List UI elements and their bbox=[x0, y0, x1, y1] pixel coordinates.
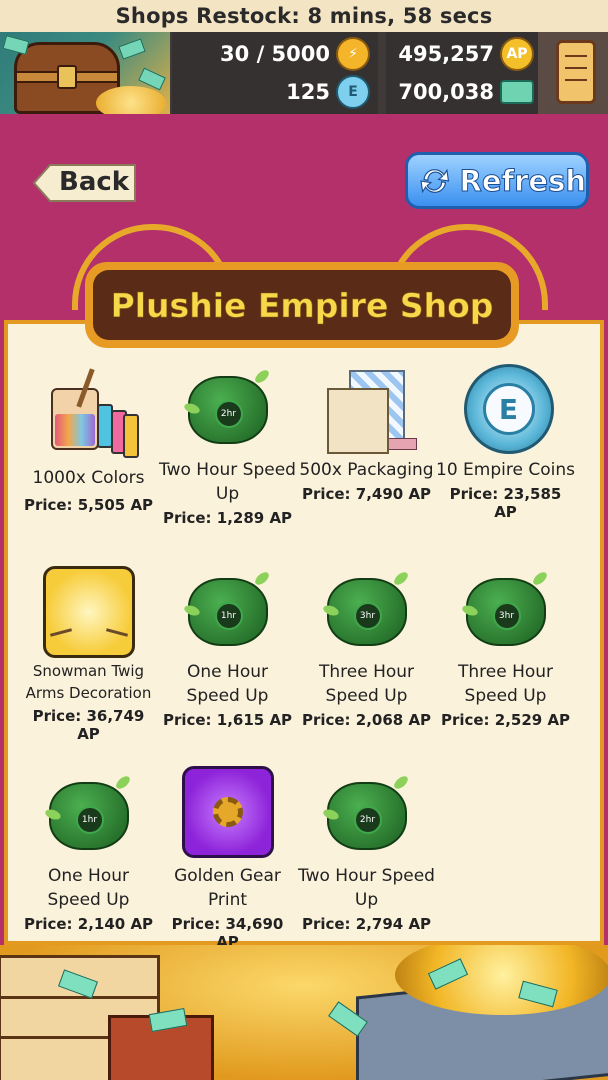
item-name: 500x Packaging bbox=[299, 460, 434, 480]
item-name: Two Hour Speed Up bbox=[298, 866, 435, 910]
empire-coin-icon: E bbox=[463, 364, 554, 454]
treasure-footer-art bbox=[0, 945, 608, 1080]
empire-coins-value: 125 bbox=[286, 80, 330, 104]
item-price: Price: 1,289 AP bbox=[162, 509, 293, 527]
paint-supplies-icon bbox=[45, 368, 139, 458]
shop-item-two-hour-speed-up-2[interactable]: 2hr Two Hour Speed Up Price: 2,794 AP bbox=[297, 764, 436, 933]
item-price: Price: 36,749 AP bbox=[32, 707, 145, 743]
ap-coin-icon: AP bbox=[500, 37, 534, 71]
item-name: One Hour Speed Up bbox=[186, 662, 269, 706]
item-name: 10 Empire Coins bbox=[436, 460, 575, 480]
restock-timer: Shops Restock: 8 mins, 58 secs bbox=[0, 0, 608, 32]
shop-item-1000x-colors[interactable]: 1000x Colors Price: 5,505 AP bbox=[19, 358, 158, 514]
resource-bar: 30 / 5000 ⚡ 125 E 495,257 AP 700,038 bbox=[0, 32, 608, 114]
gear-print-icon bbox=[181, 766, 274, 858]
shop-item-three-hour-speed-up-2[interactable]: 3hr Three Hour Speed Up Price: 2,529 AP bbox=[436, 560, 575, 729]
twig-arms-icon bbox=[42, 566, 135, 658]
ap-cash-panel: 495,257 AP 700,038 bbox=[386, 32, 538, 114]
item-price: Price: 23,585 AP bbox=[449, 485, 562, 521]
lantern-icon[interactable] bbox=[538, 32, 608, 114]
item-name: Snowman Twig Arms Decoration bbox=[25, 662, 152, 702]
shop-item-one-hour-speed-up-2[interactable]: 1hr One Hour Speed Up Price: 2,140 AP bbox=[19, 764, 158, 933]
item-price: Price: 2,794 AP bbox=[301, 915, 432, 933]
item-price: Price: 7,490 AP bbox=[301, 485, 432, 503]
refresh-button[interactable]: Refresh bbox=[405, 152, 589, 209]
energy-coins-panel: 30 / 5000 ⚡ 125 E bbox=[172, 32, 378, 114]
back-label: Back bbox=[59, 167, 130, 197]
ap-value: 495,257 bbox=[398, 42, 494, 66]
item-name: 1000x Colors bbox=[32, 468, 145, 488]
shop-title: Plushie Empire Shop bbox=[110, 285, 494, 325]
shop-item-three-hour-speed-up[interactable]: 3hr Three Hour Speed Up Price: 2,068 AP bbox=[297, 560, 436, 729]
shop-item-10-empire-coins[interactable]: E 10 Empire Coins Price: 23,585 AP bbox=[436, 358, 575, 521]
item-price: Price: 1,615 AP bbox=[162, 711, 293, 729]
shop-item-two-hour-speed-up[interactable]: 2hr Two Hour Speed Up Price: 1,289 AP bbox=[158, 358, 297, 527]
item-name: Three Hour Speed Up bbox=[318, 662, 415, 706]
shop-item-one-hour-speed-up[interactable]: 1hr One Hour Speed Up Price: 1,615 AP bbox=[158, 560, 297, 729]
item-name: One Hour Speed Up bbox=[47, 866, 130, 910]
shop-item-500x-packaging[interactable]: 500x Packaging Price: 7,490 AP bbox=[297, 358, 436, 503]
packaging-icon bbox=[326, 370, 417, 454]
item-price: Price: 2,068 AP bbox=[301, 711, 432, 729]
shop-item-snowman-twig-arms[interactable]: Snowman Twig Arms Decoration Price: 36,7… bbox=[19, 560, 158, 743]
item-name: Three Hour Speed Up bbox=[457, 662, 554, 706]
back-button[interactable]: Back bbox=[32, 163, 137, 203]
energy-icon: ⚡ bbox=[336, 37, 370, 71]
item-price: Price: 2,529 AP bbox=[440, 711, 571, 729]
cash-value: 700,038 bbox=[398, 80, 494, 104]
shop-item-golden-gear-print[interactable]: Golden Gear Print Price: 34,690 AP bbox=[158, 764, 297, 951]
item-price: Price: 5,505 AP bbox=[23, 496, 154, 514]
refresh-label: Refresh bbox=[459, 163, 586, 198]
empire-coin-icon: E bbox=[336, 75, 370, 109]
treasure-chest-icon[interactable] bbox=[0, 32, 170, 114]
energy-value: 30 / 5000 bbox=[220, 42, 330, 66]
shop-title-plate: Plushie Empire Shop bbox=[85, 262, 519, 348]
item-name: Two Hour Speed Up bbox=[159, 460, 296, 504]
cash-stack-icon bbox=[500, 80, 534, 104]
item-price: Price: 2,140 AP bbox=[23, 915, 154, 933]
refresh-icon bbox=[420, 168, 450, 193]
item-name: Golden Gear Print bbox=[174, 866, 281, 910]
